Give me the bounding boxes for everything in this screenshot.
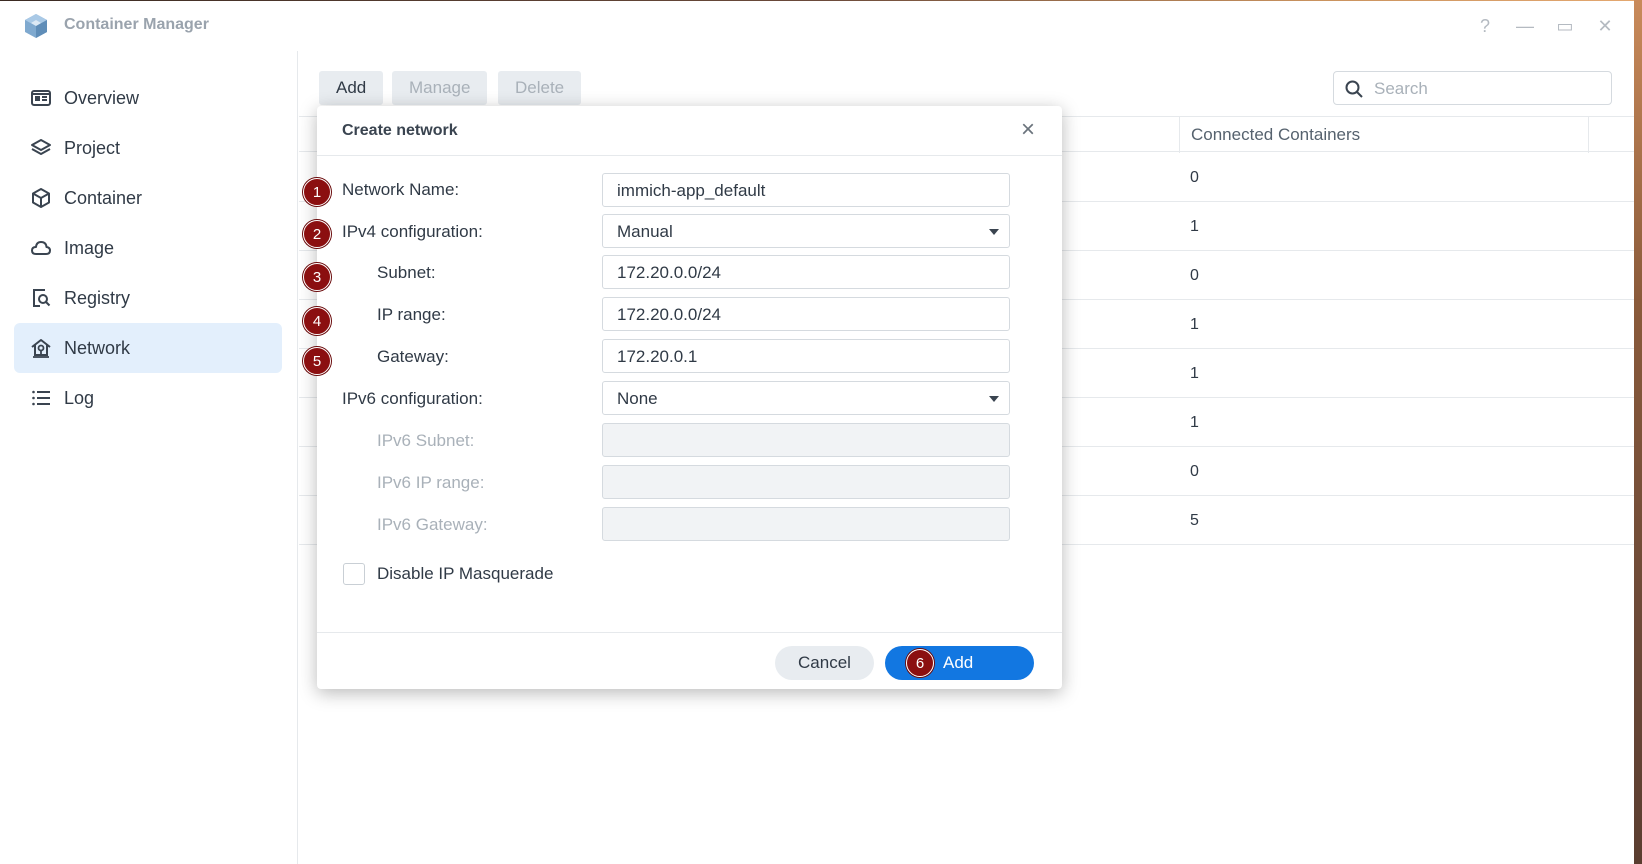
connected-count: 1 <box>1190 414 1199 431</box>
ipv6-subnet-input <box>602 423 1010 457</box>
sidebar-item-registry[interactable]: Registry <box>14 273 282 323</box>
create-network-dialog: Create network × Network Name: immich-ap… <box>317 106 1062 689</box>
step-badge-1: 1 <box>303 178 331 206</box>
sidebar-item-label: Network <box>64 337 131 358</box>
dialog-header: Create network × <box>317 106 1062 156</box>
cloud-icon <box>31 241 51 255</box>
network-home-icon <box>31 339 51 358</box>
ipv4-config-label: IPv4 configuration: <box>342 222 483 241</box>
step-badge-4: 4 <box>303 307 331 335</box>
gateway-value: 172.20.0.1 <box>617 347 698 366</box>
cube-icon <box>32 188 50 208</box>
step-badge-3: 3 <box>303 263 331 291</box>
search-box[interactable] <box>1333 71 1612 105</box>
ipv6-subnet-label: IPv6 Subnet: <box>377 431 475 450</box>
overview-icon <box>31 90 51 106</box>
app-title: Container Manager <box>64 16 209 33</box>
connected-count: 0 <box>1190 463 1199 480</box>
sidebar-item-label: Registry <box>64 287 131 308</box>
subnet-label: Subnet: <box>377 263 436 282</box>
container-manager-logo-icon <box>25 14 47 38</box>
sidebar-item-project[interactable]: Project <box>14 123 282 173</box>
ip-range-input[interactable]: 172.20.0.0/24 <box>602 297 1010 331</box>
chevron-down-icon <box>989 229 999 235</box>
registry-search-icon <box>33 289 51 307</box>
maximize-icon[interactable]: ▭ <box>1554 15 1576 37</box>
disable-ip-masquerade-label[interactable]: Disable IP Masquerade <box>377 564 553 584</box>
ipv6-config-label: IPv6 configuration: <box>342 389 483 408</box>
ip-range-label: IP range: <box>377 305 446 324</box>
step-badge-2: 2 <box>303 220 331 248</box>
column-header-connected-containers[interactable]: Connected Containers <box>1179 117 1589 153</box>
sidebar-item-image[interactable]: Image <box>14 223 282 273</box>
ipv6-config-select[interactable]: None <box>602 381 1010 415</box>
ipv6-gateway-input <box>602 507 1010 541</box>
ipv6-gateway-label: IPv6 Gateway: <box>377 515 488 534</box>
subnet-input[interactable]: 172.20.0.0/24 <box>602 255 1010 289</box>
chevron-down-icon <box>989 396 999 402</box>
delete-button[interactable]: Delete <box>498 71 582 105</box>
title-bar: Container Manager ? — ▭ ✕ <box>0 1 1634 51</box>
sidebar: Overview Project Container Image Registr… <box>0 51 298 864</box>
search-input[interactable] <box>1374 78 1604 100</box>
dialog-footer: Cancel Add <box>317 632 1062 689</box>
ipv6-ip-range-label: IPv6 IP range: <box>377 473 485 492</box>
sidebar-item-log[interactable]: Log <box>14 373 282 423</box>
network-name-input[interactable]: immich-app_default <box>602 173 1010 207</box>
sidebar-item-label: Project <box>64 137 121 158</box>
add-network-button[interactable]: Add <box>319 71 384 105</box>
sidebar-item-network[interactable]: Network <box>14 323 282 373</box>
search-icon <box>1345 80 1363 98</box>
ipv6-config-value: None <box>617 389 658 408</box>
help-icon[interactable]: ? <box>1474 15 1496 37</box>
close-icon[interactable]: × <box>1017 118 1039 142</box>
ip-range-value: 172.20.0.0/24 <box>617 305 721 324</box>
list-icon <box>32 390 50 406</box>
app-window: Container Manager ? — ▭ ✕ Overview Proje… <box>0 1 1634 864</box>
connected-count: 1 <box>1190 218 1199 235</box>
connected-count: 0 <box>1190 267 1199 284</box>
sidebar-item-container[interactable]: Container <box>14 173 282 223</box>
ipv6-ip-range-input <box>602 465 1010 499</box>
sidebar-item-label: Image <box>64 237 115 258</box>
step-badge-5: 5 <box>303 347 331 375</box>
desktop-background-right <box>1634 0 1642 864</box>
connected-count: 5 <box>1190 512 1199 529</box>
ipv4-config-value: Manual <box>617 222 673 241</box>
ipv4-config-select[interactable]: Manual <box>602 214 1010 248</box>
cancel-button[interactable]: Cancel <box>775 646 874 680</box>
connected-count: 1 <box>1190 316 1199 333</box>
connected-count: 1 <box>1190 365 1199 382</box>
minimize-icon[interactable]: — <box>1514 15 1536 37</box>
sidebar-item-label: Overview <box>64 87 140 108</box>
gateway-input[interactable]: 172.20.0.1 <box>602 339 1010 373</box>
layers-icon <box>31 139 51 155</box>
dialog-title: Create network <box>342 122 458 139</box>
disable-ip-masquerade-checkbox[interactable] <box>343 563 365 585</box>
gateway-label: Gateway: <box>377 347 449 366</box>
network-name-label: Network Name: <box>342 180 460 199</box>
close-window-icon[interactable]: ✕ <box>1594 15 1616 37</box>
step-badge-6: 6 <box>906 649 934 677</box>
network-name-value: immich-app_default <box>617 181 766 200</box>
connected-count: 0 <box>1190 169 1199 186</box>
subnet-value: 172.20.0.0/24 <box>617 263 721 282</box>
manage-button[interactable]: Manage <box>392 71 488 105</box>
sidebar-item-overview[interactable]: Overview <box>14 73 282 123</box>
sidebar-item-label: Log <box>64 387 95 408</box>
sidebar-item-label: Container <box>64 187 143 208</box>
